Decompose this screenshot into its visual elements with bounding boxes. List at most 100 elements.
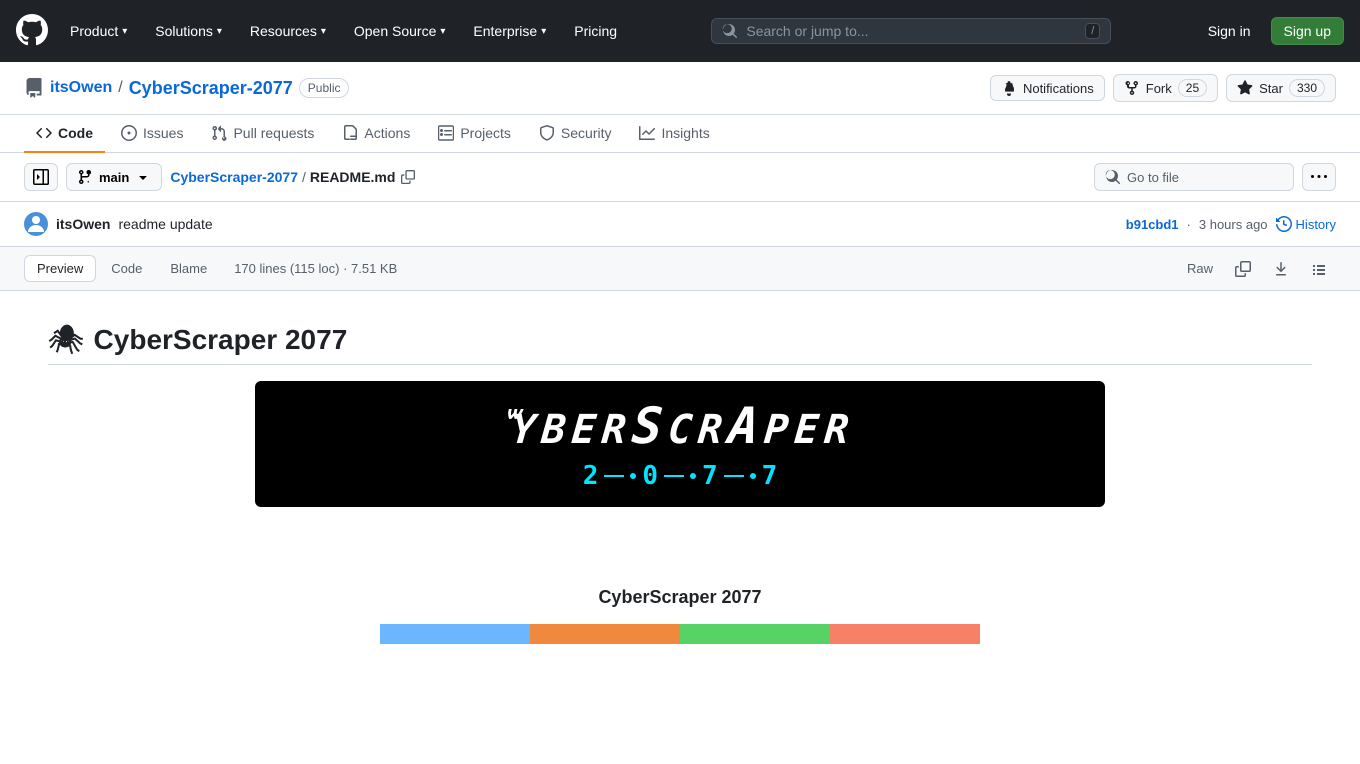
chevron-down-icon	[135, 169, 151, 185]
chevron-down-icon: ▾	[217, 26, 222, 37]
commit-time: ·	[1187, 217, 1191, 232]
tab-insights-label: Insights	[661, 125, 709, 141]
insights-icon	[639, 125, 655, 141]
nav-pricing[interactable]: Pricing	[568, 19, 623, 43]
chevron-down-icon: ▾	[321, 26, 326, 37]
copy-path-button[interactable]	[399, 168, 417, 186]
signin-button[interactable]: Sign in	[1200, 19, 1259, 43]
tab-code[interactable]: Code	[24, 115, 105, 153]
fork-label: Fork	[1146, 81, 1172, 96]
tab-projects[interactable]: Projects	[426, 115, 523, 153]
fork-button[interactable]: Fork 25	[1113, 74, 1218, 102]
pull-request-icon	[211, 125, 227, 141]
top-nav: Product ▾ Solutions ▾ Resources ▾ Open S…	[0, 0, 1360, 62]
tab-actions-label: Actions	[364, 125, 410, 141]
chart-area: CyberScraper 2077	[48, 587, 1312, 644]
chevron-down-icon: ▾	[122, 26, 127, 37]
notifications-button[interactable]: Notifications	[990, 75, 1105, 101]
readme-title-text: CyberScraper 2077	[94, 324, 348, 356]
chart-bar-orange	[530, 624, 680, 644]
breadcrumb-file: README.md	[310, 169, 396, 185]
repo-name-link[interactable]: CyberScraper-2077	[129, 78, 293, 99]
avatar[interactable]	[24, 212, 48, 236]
download-button[interactable]	[1264, 256, 1298, 282]
fork-count: 25	[1178, 79, 1207, 97]
preview-tab[interactable]: Preview	[24, 255, 96, 282]
branch-selector[interactable]: main	[66, 163, 162, 191]
search-shortcut-kbd: /	[1085, 23, 1100, 39]
raw-button[interactable]: Raw	[1178, 256, 1222, 281]
repo-owner-link[interactable]: itsOwen	[50, 79, 112, 97]
tab-security-label: Security	[561, 125, 612, 141]
chart-title: CyberScraper 2077	[48, 587, 1312, 608]
tab-pull-requests[interactable]: Pull requests	[199, 115, 326, 153]
copy-raw-button[interactable]	[1226, 256, 1260, 282]
history-icon	[1276, 216, 1292, 232]
tab-security[interactable]: Security	[527, 115, 624, 153]
chevron-down-icon: ▾	[440, 26, 445, 37]
goto-file-placeholder: Go to file	[1127, 170, 1179, 185]
star-icon	[1237, 80, 1253, 96]
chevron-down-icon: ▾	[541, 26, 546, 37]
nav-open-source[interactable]: Open Source ▾	[348, 19, 452, 43]
nav-product[interactable]: Product ▾	[64, 19, 133, 43]
chart-bar-pink	[830, 624, 980, 644]
fork-icon	[1124, 80, 1140, 96]
search-placeholder: Search or jump to...	[746, 23, 1085, 39]
breadcrumb-sep: /	[302, 169, 306, 185]
github-logo[interactable]	[16, 14, 48, 49]
tab-actions[interactable]: Actions	[330, 115, 422, 153]
tab-projects-label: Projects	[460, 125, 511, 141]
more-options-button[interactable]	[1302, 163, 1336, 191]
commit-bar: itsOwen readme update b91cbd1 · 3 hours …	[0, 202, 1360, 247]
issues-icon	[121, 125, 137, 141]
breadcrumb: CyberScraper-2077 / README.md	[170, 168, 417, 186]
commit-time-ago: 3 hours ago	[1199, 217, 1268, 232]
search-icon	[1105, 169, 1121, 185]
download-icon	[1273, 261, 1289, 277]
sidebar-toggle-button[interactable]	[24, 163, 58, 191]
signup-button[interactable]: Sign up	[1271, 17, 1344, 45]
projects-icon	[438, 125, 454, 141]
tab-pr-label: Pull requests	[233, 125, 314, 141]
code-icon	[36, 125, 52, 141]
more-icon	[1311, 169, 1327, 185]
breadcrumb-repo-link[interactable]: CyberScraper-2077	[170, 169, 298, 185]
branch-name: main	[99, 170, 129, 185]
goto-file-box[interactable]: Go to file	[1094, 163, 1294, 191]
nav-enterprise[interactable]: Enterprise ▾	[467, 19, 552, 43]
tab-code-label: Code	[58, 125, 93, 141]
history-link[interactable]: History	[1276, 216, 1336, 232]
list-icon	[1311, 261, 1327, 277]
branch-icon	[77, 169, 93, 185]
readme-title: 🕷 CyberScraper 2077	[48, 323, 1312, 365]
copy-icon	[1235, 261, 1251, 277]
file-tabs-bar: Preview Code Blame 170 lines (115 loc) ·…	[0, 247, 1360, 291]
bell-icon	[1001, 80, 1017, 96]
readme-content: 🕷 CyberScraper 2077 ꙻyBeRScRApeR 2 0 7	[0, 291, 1360, 691]
notifications-label: Notifications	[1023, 81, 1094, 96]
code-tab[interactable]: Code	[98, 255, 155, 282]
file-meta: 170 lines (115 loc) · 7.51 KB	[234, 261, 397, 276]
star-label: Star	[1259, 81, 1283, 96]
tab-issues-label: Issues	[143, 125, 183, 141]
repo-icon	[24, 78, 44, 98]
tab-insights[interactable]: Insights	[627, 115, 721, 153]
readme-banner: ꙻyBeRScRApeR 2 0 7 7	[48, 381, 1312, 507]
nav-resources[interactable]: Resources ▾	[244, 19, 332, 43]
chart-bar-blue	[380, 624, 530, 644]
security-icon	[539, 125, 555, 141]
star-button[interactable]: Star 330	[1226, 74, 1336, 102]
repo-tabs: Code Issues Pull requests Actions Projec…	[0, 115, 1360, 153]
search-icon	[722, 23, 738, 39]
search-box[interactable]: Search or jump to... /	[711, 18, 1111, 44]
commit-author[interactable]: itsOwen	[56, 216, 110, 232]
nav-solutions[interactable]: Solutions ▾	[149, 19, 228, 43]
list-view-button[interactable]	[1302, 256, 1336, 282]
commit-hash-link[interactable]: b91cbd1	[1126, 217, 1179, 232]
star-count: 330	[1289, 79, 1325, 97]
commit-message: readme update	[118, 216, 212, 232]
sidebar-icon	[33, 169, 49, 185]
blame-tab[interactable]: Blame	[157, 255, 220, 282]
tab-issues[interactable]: Issues	[109, 115, 195, 153]
